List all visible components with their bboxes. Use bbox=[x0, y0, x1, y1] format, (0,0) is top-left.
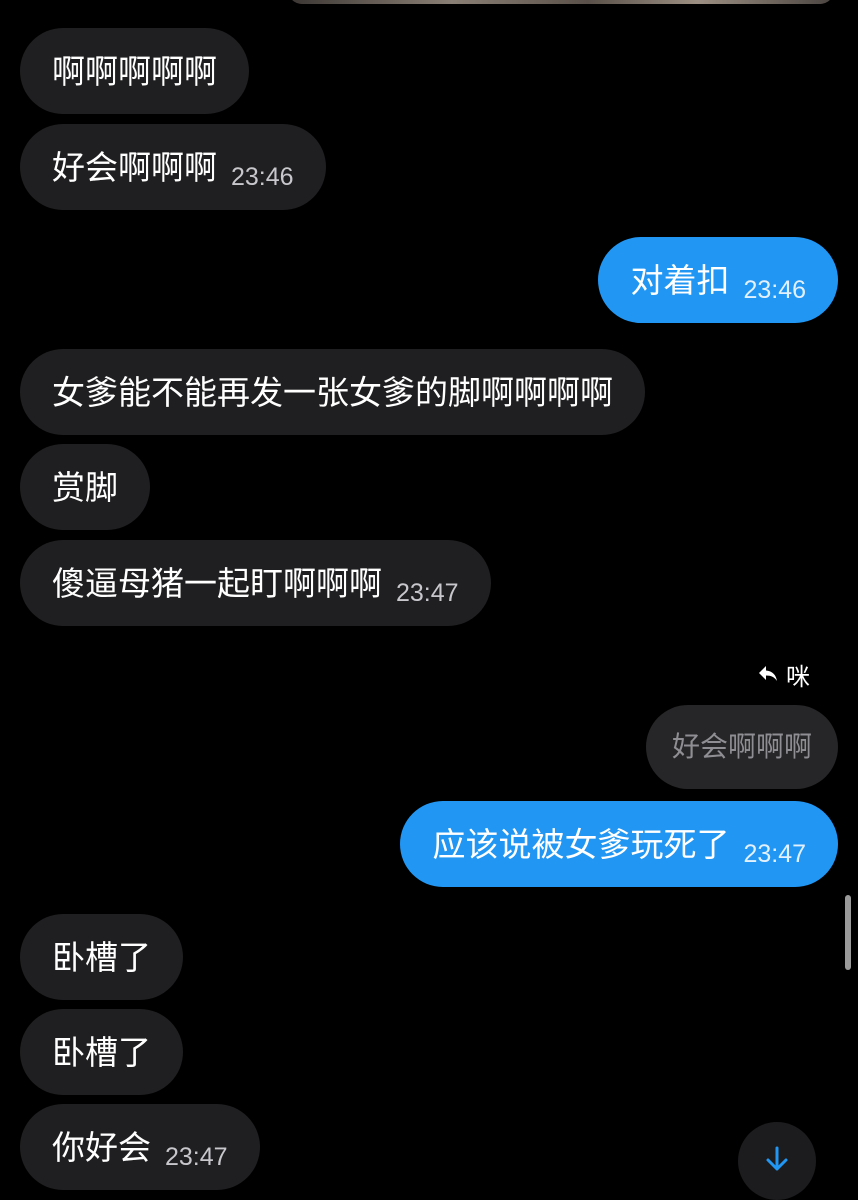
reply-arrow-icon bbox=[758, 660, 786, 688]
message-text: 卧槽了 bbox=[52, 937, 151, 977]
message-text: 应该说被女爹玩死了 bbox=[432, 824, 730, 864]
message-bubble-incoming[interactable]: 卧槽了 bbox=[20, 914, 183, 1000]
message-bubble-incoming[interactable]: 女爹能不能再发一张女爹的脚啊啊啊啊 bbox=[20, 349, 645, 435]
message-timestamp: 23:47 bbox=[396, 579, 459, 607]
message-bubble-incoming[interactable]: 卧槽了 bbox=[20, 1009, 183, 1095]
message-bubble-incoming[interactable]: 赏脚 bbox=[20, 444, 150, 530]
message-bubble-incoming[interactable]: 傻逼母猪一起盯啊啊啊 23:47 bbox=[20, 540, 491, 626]
arrow-down-icon bbox=[764, 1145, 790, 1177]
message-bubble-incoming[interactable]: 好会啊啊啊 23:46 bbox=[20, 124, 326, 210]
message-timestamp: 23:46 bbox=[743, 276, 806, 304]
message-text: 你好会 bbox=[52, 1127, 151, 1167]
message-timestamp: 23:47 bbox=[743, 840, 806, 868]
scroll-to-bottom-button[interactable] bbox=[738, 1122, 816, 1200]
message-timestamp: 23:47 bbox=[165, 1143, 228, 1171]
quoted-message-text: 好会啊啊啊 bbox=[671, 730, 812, 763]
message-text: 傻逼母猪一起盯啊啊啊 bbox=[52, 563, 382, 603]
message-bubble-incoming[interactable]: 啊啊啊啊啊 bbox=[20, 28, 249, 114]
message-bubble-outgoing[interactable]: 对着扣 23:46 bbox=[598, 237, 838, 323]
message-timestamp: 23:46 bbox=[231, 163, 294, 191]
message-text: 对着扣 bbox=[630, 260, 730, 300]
message-text: 赏脚 bbox=[52, 467, 118, 507]
message-text: 卧槽了 bbox=[52, 1032, 151, 1072]
message-bubble-outgoing[interactable]: 应该说被女爹玩死了 23:47 bbox=[400, 801, 838, 887]
reply-header[interactable]: 咪 bbox=[758, 660, 810, 691]
chat-view: 啊啊啊啊啊 好会啊啊啊 23:46 对着扣 23:46 女爹能不能再发一张女爹的… bbox=[0, 0, 858, 1200]
message-bubble-incoming[interactable]: 你好会 23:47 bbox=[20, 1104, 260, 1190]
scrollbar-thumb[interactable] bbox=[845, 895, 851, 970]
message-text: 好会啊啊啊 bbox=[52, 147, 217, 187]
quoted-message-bubble[interactable]: 好会啊啊啊 bbox=[645, 705, 838, 789]
previous-media-preview[interactable] bbox=[288, 0, 834, 4]
reply-sender-name: 咪 bbox=[786, 662, 810, 691]
message-text: 啊啊啊啊啊 bbox=[52, 51, 217, 91]
media-image-strip bbox=[288, 0, 834, 4]
message-text: 女爹能不能再发一张女爹的脚啊啊啊啊 bbox=[52, 372, 613, 412]
